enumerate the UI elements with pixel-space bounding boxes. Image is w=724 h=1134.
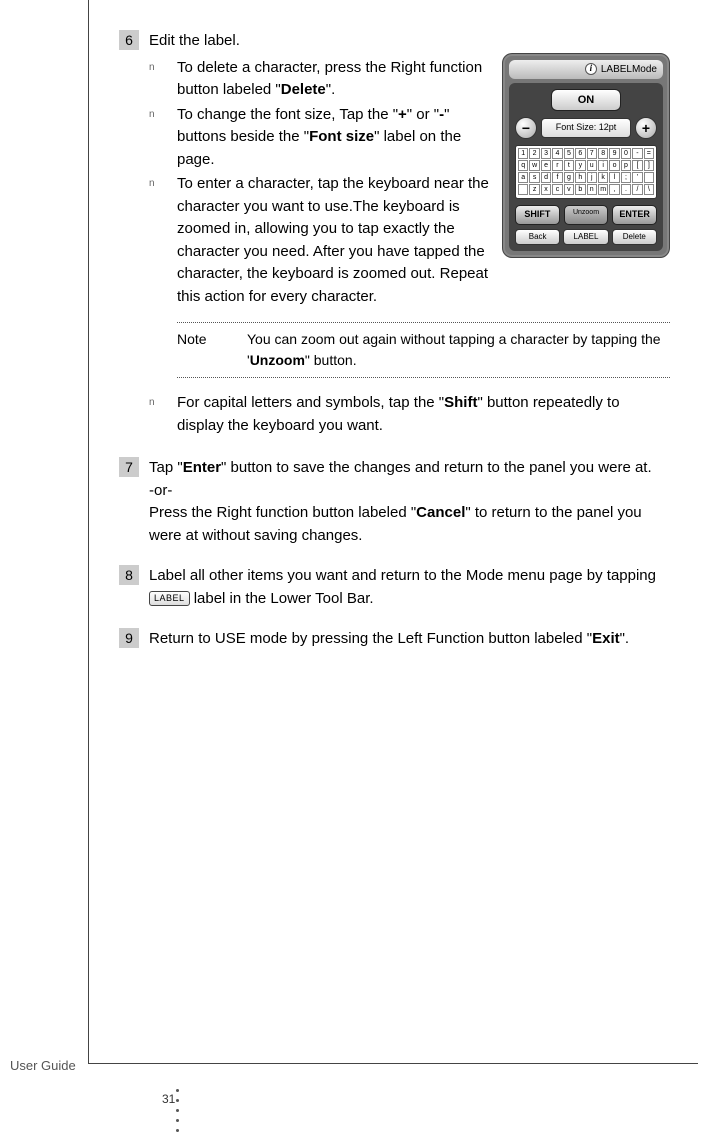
step-number-9: 9 (119, 628, 139, 648)
keyboard: 1234567890-= qwertyuiop[] asdfghjkl;' zxcv… (515, 145, 657, 199)
step-number-6: 6 (119, 30, 139, 50)
bullet-mark: n (149, 57, 177, 102)
keyboard-key: \ (644, 184, 654, 195)
keyboard-key (644, 172, 654, 183)
keyboard-key: b (575, 184, 585, 195)
delete-softkey: Delete (612, 229, 657, 245)
step-6-title: Edit the label. (149, 30, 670, 53)
keyboard-key (518, 184, 528, 195)
keyboard-key: f (552, 172, 562, 183)
keyboard-key: m (598, 184, 608, 195)
keyboard-key: ] (644, 160, 654, 171)
keyboard-key: z (529, 184, 539, 195)
fontsize-label: Font Size: 12pt (541, 118, 631, 138)
info-icon: i (585, 63, 597, 75)
keyboard-key: ' (632, 172, 642, 183)
note-text: You can zoom out again without tapping a… (247, 329, 670, 371)
plus-button: + (635, 117, 657, 139)
back-softkey: Back (515, 229, 560, 245)
keyboard-key: = (644, 148, 654, 159)
keyboard-key: ; (621, 172, 631, 183)
on-button: ON (551, 89, 621, 112)
keyboard-key: l (609, 172, 619, 183)
device-mock: i LABELMode ON − Font Size: 12pt + 12345… (502, 53, 670, 258)
bullet-6-1: To delete a character, press the Right f… (177, 57, 492, 102)
bullet-mark: n (149, 173, 177, 308)
keyboard-key: 7 (587, 148, 597, 159)
step-9-body: Return to USE mode by pressing the Left … (149, 628, 670, 651)
keyboard-key: r (552, 160, 562, 171)
keyboard-key: - (632, 148, 642, 159)
keyboard-key: q (518, 160, 528, 171)
keyboard-key: 3 (541, 148, 551, 159)
keyboard-key: x (541, 184, 551, 195)
label-softkey: LABEL (563, 229, 608, 245)
footer-dots (176, 1089, 179, 1132)
bullet-6-2: To change the font size, Tap the "+" or … (177, 104, 492, 172)
minus-button: − (515, 117, 537, 139)
keyboard-key: 5 (564, 148, 574, 159)
bullet-6-3: To enter a character, tap the keyboard n… (177, 173, 492, 308)
keyboard-key: c (552, 184, 562, 195)
keyboard-key: 4 (552, 148, 562, 159)
shift-button: SHIFT (515, 205, 560, 225)
keyboard-key: t (564, 160, 574, 171)
keyboard-key: p (621, 160, 631, 171)
keyboard-key: k (598, 172, 608, 183)
step-8-body: Label all other items you want and retur… (149, 565, 670, 610)
bullet-mark: n (149, 392, 177, 437)
keyboard-key: 2 (529, 148, 539, 159)
step-7-body: Tap "Enter" button to save the changes a… (149, 457, 670, 547)
label-inline-button: LABEL (149, 591, 190, 607)
keyboard-key: h (575, 172, 585, 183)
unzoom-button: Unzoom (564, 205, 609, 225)
bullet-mark: n (149, 104, 177, 172)
keyboard-key: 9 (609, 148, 619, 159)
keyboard-key: n (587, 184, 597, 195)
keyboard-key: 1 (518, 148, 528, 159)
keyboard-key: [ (632, 160, 642, 171)
keyboard-key: d (541, 172, 551, 183)
note-label: Note (177, 329, 247, 371)
device-header-text: LABELMode (601, 62, 657, 77)
bullet-6-4: For capital letters and symbols, tap the… (177, 392, 670, 437)
footer-user-guide: User Guide (10, 1056, 76, 1076)
page-number: 31 (162, 1090, 175, 1108)
keyboard-key: 8 (598, 148, 608, 159)
enter-button: ENTER (612, 205, 657, 225)
step-number-8: 8 (119, 565, 139, 585)
keyboard-key: o (609, 160, 619, 171)
keyboard-key: / (632, 184, 642, 195)
keyboard-key: u (587, 160, 597, 171)
keyboard-key: g (564, 172, 574, 183)
keyboard-key: i (598, 160, 608, 171)
keyboard-key: , (609, 184, 619, 195)
keyboard-key: e (541, 160, 551, 171)
note-box: Note You can zoom out again without tapp… (177, 322, 670, 378)
keyboard-key: 6 (575, 148, 585, 159)
keyboard-key: w (529, 160, 539, 171)
step-number-7: 7 (119, 457, 139, 477)
keyboard-key: a (518, 172, 528, 183)
keyboard-key: . (621, 184, 631, 195)
keyboard-key: 0 (621, 148, 631, 159)
keyboard-key: v (564, 184, 574, 195)
keyboard-key: s (529, 172, 539, 183)
keyboard-key: y (575, 160, 585, 171)
keyboard-key: j (587, 172, 597, 183)
